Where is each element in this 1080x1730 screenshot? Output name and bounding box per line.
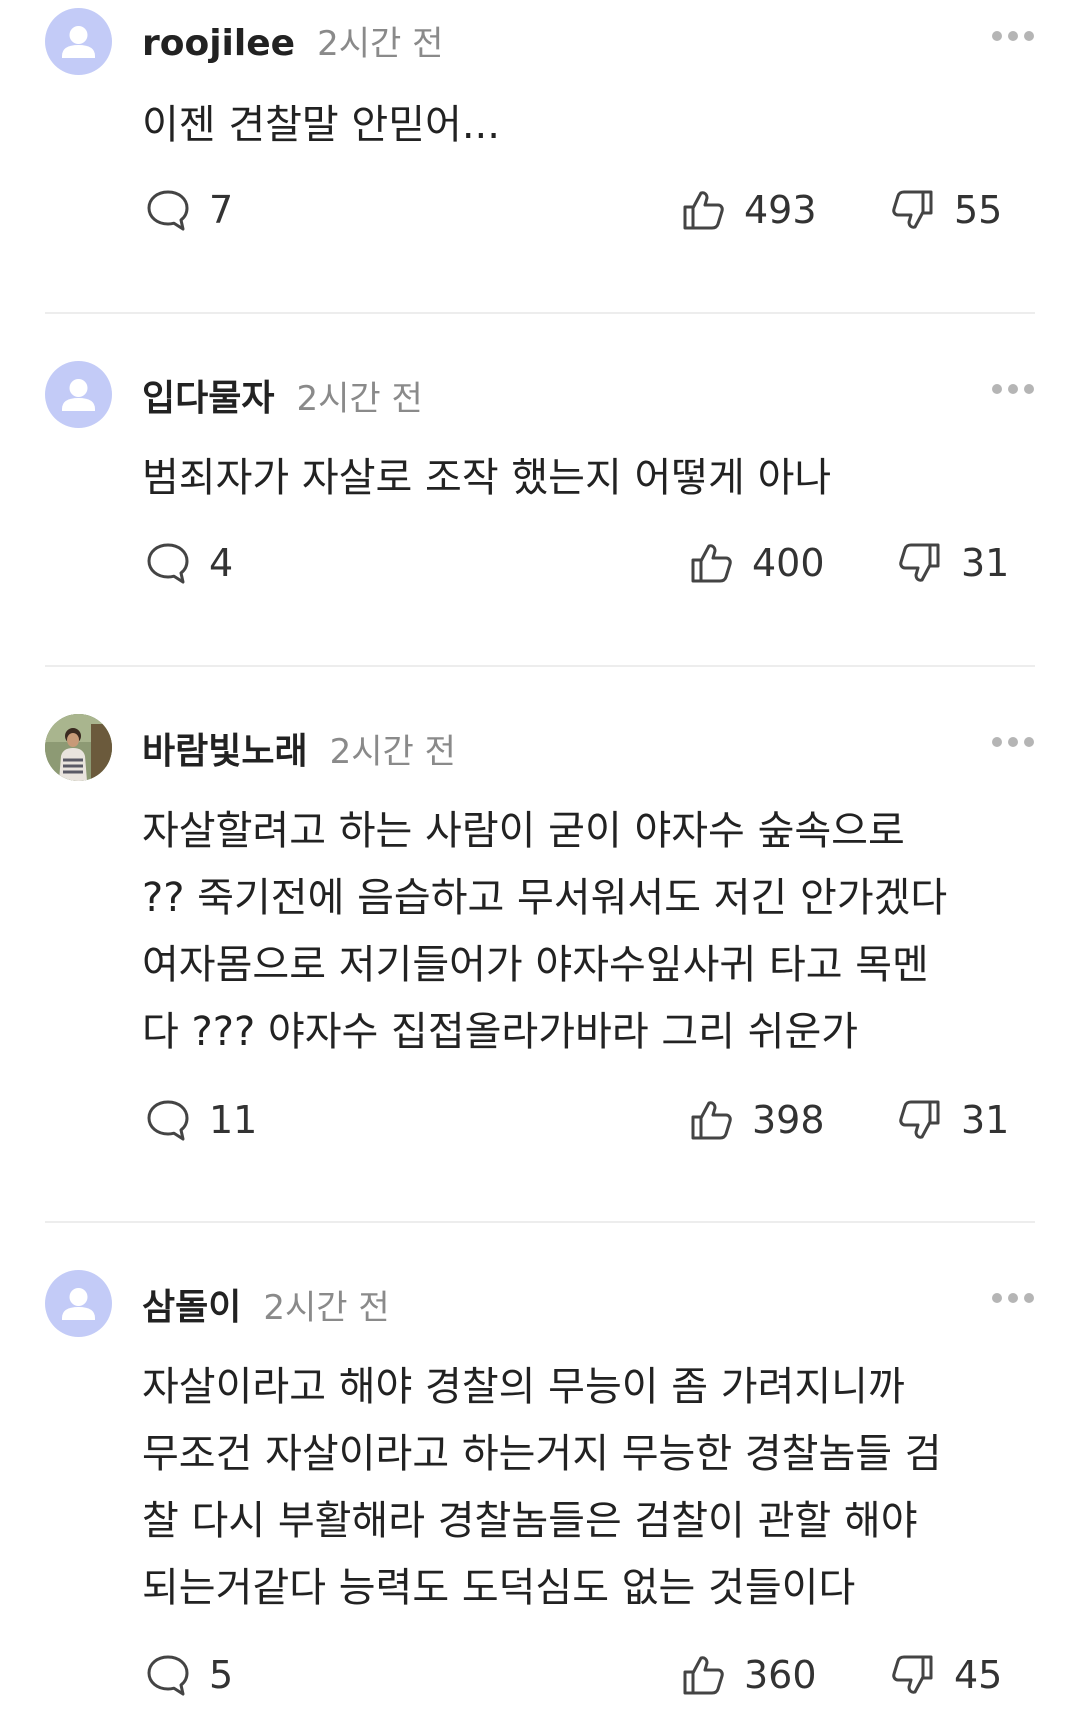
comment-header: 바람빛노래 2시간 전: [142, 722, 456, 774]
comment-actions: 11 398 31: [0, 1090, 1080, 1150]
comment-actions: 4 400 31: [0, 533, 1080, 593]
thumbs-up-icon: [683, 1656, 724, 1695]
like-count: 360: [744, 1653, 817, 1697]
avatar[interactable]: [45, 361, 112, 428]
comment-feed: roojilee 2시간 전 이젠 견찰말 안믿어... 7 493 55 입다…: [0, 0, 1080, 1730]
username[interactable]: 삼돌이: [142, 1287, 241, 1328]
speech-bubble-icon: [147, 1655, 189, 1696]
comment-text: 자살할려고 하는 사람이 굳이 야자수 숲속으로 ?? 죽기전에 음습하고 무서…: [142, 808, 948, 1055]
thumbs-up-icon: [683, 191, 724, 230]
like-button[interactable]: 400: [688, 533, 825, 593]
more-dots-icon: [992, 1293, 1034, 1303]
reply-button[interactable]: 7: [145, 180, 233, 240]
dislike-count: 31: [961, 1098, 1010, 1142]
reply-count: 7: [209, 188, 234, 232]
like-count: 493: [744, 188, 817, 232]
avatar[interactable]: [45, 1270, 112, 1337]
speech-bubble-icon: [147, 543, 189, 584]
username[interactable]: 입다물자: [142, 378, 274, 419]
reply-count: 11: [209, 1098, 258, 1142]
dislike-count: 45: [954, 1653, 1003, 1697]
comment-actions: 7 493 55: [0, 180, 1080, 240]
avatar[interactable]: [45, 714, 112, 781]
dislike-button[interactable]: 45: [890, 1645, 1002, 1705]
default-user-icon: [62, 1288, 95, 1320]
timestamp: 2시간 전: [296, 379, 423, 419]
dislike-count: 31: [961, 541, 1010, 585]
dislike-button[interactable]: 31: [897, 533, 1009, 593]
default-user-icon: [62, 26, 95, 58]
thumbs-down-icon: [892, 1655, 933, 1694]
comment-header: 삼돌이 2시간 전: [142, 1278, 390, 1330]
comment-text: 이젠 견찰말 안믿어...: [142, 102, 500, 148]
thumbs-down-icon: [892, 190, 933, 229]
more-dots-icon: [992, 384, 1034, 394]
like-count: 400: [752, 541, 825, 585]
reply-button[interactable]: 5: [145, 1645, 233, 1705]
user-photo: [45, 714, 112, 781]
more-options-button[interactable]: [991, 736, 1035, 748]
dislike-count: 55: [954, 188, 1003, 232]
username[interactable]: roojilee: [142, 23, 295, 64]
more-options-button[interactable]: [991, 383, 1035, 395]
divider: [45, 665, 1035, 667]
reply-count: 5: [209, 1653, 234, 1697]
timestamp: 2시간 전: [317, 24, 444, 64]
timestamp: 2시간 전: [329, 732, 456, 772]
avatar[interactable]: [45, 8, 112, 75]
comment-actions: 5 360 45: [0, 1645, 1080, 1705]
more-dots-icon: [992, 737, 1034, 747]
reply-count: 4: [209, 541, 234, 585]
thumbs-up-icon: [691, 1101, 732, 1140]
more-dots-icon: [992, 31, 1034, 41]
dislike-button[interactable]: 55: [890, 180, 1002, 240]
default-user-icon: [62, 379, 95, 411]
speech-bubble-icon: [147, 1100, 189, 1141]
speech-bubble-icon: [147, 190, 189, 231]
username[interactable]: 바람빛노래: [142, 731, 308, 772]
thumbs-up-icon: [691, 544, 732, 583]
reply-button[interactable]: 11: [145, 1090, 257, 1150]
like-count: 398: [752, 1098, 825, 1142]
more-options-button[interactable]: [991, 1292, 1035, 1304]
divider: [45, 312, 1035, 314]
thumbs-down-icon: [899, 543, 940, 582]
timestamp: 2시간 전: [263, 1288, 390, 1328]
like-button[interactable]: 360: [680, 1645, 817, 1705]
like-button[interactable]: 493: [680, 180, 817, 240]
more-options-button[interactable]: [991, 30, 1035, 42]
comment-text: 범죄자가 자살로 조작 했는지 어떻게 아나: [142, 455, 832, 501]
comment-header: 입다물자 2시간 전: [142, 369, 423, 421]
dislike-button[interactable]: 31: [897, 1090, 1009, 1150]
thumbs-down-icon: [899, 1100, 940, 1139]
comment-header: roojilee 2시간 전: [142, 16, 443, 65]
comment-text: 자살이라고 해야 경찰의 무능이 좀 가려지니까 무조건 자살이라고 하는거지 …: [142, 1364, 942, 1611]
reply-button[interactable]: 4: [145, 533, 233, 593]
like-button[interactable]: 398: [688, 1090, 825, 1150]
divider: [45, 1221, 1035, 1223]
